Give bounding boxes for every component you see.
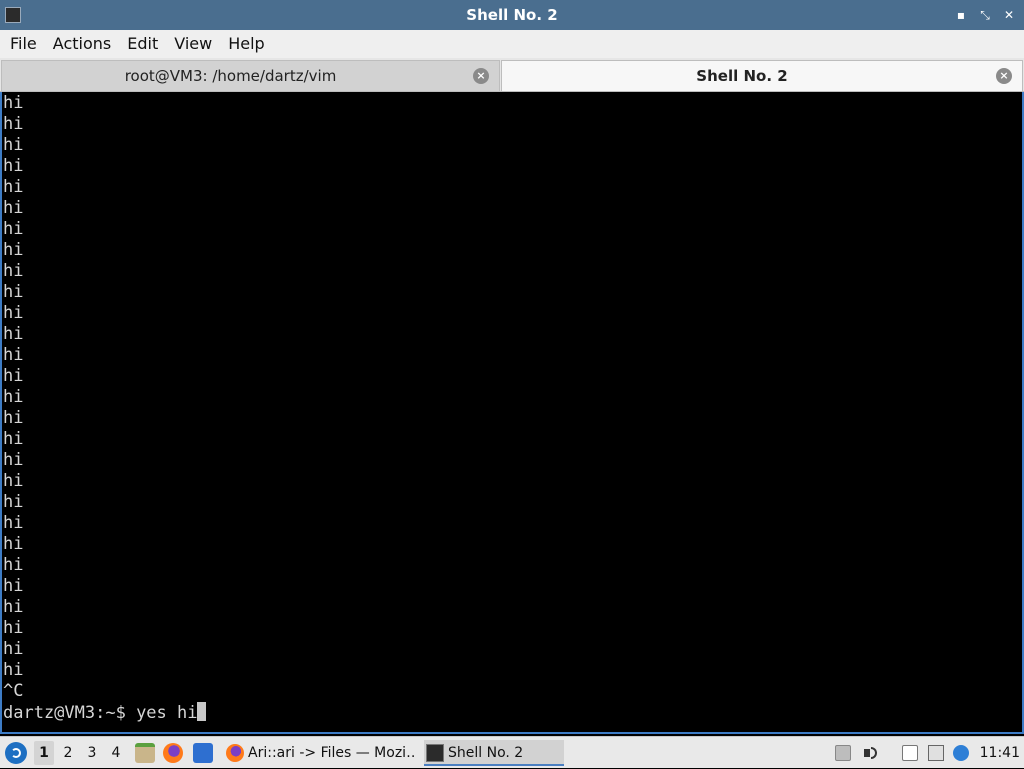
menu-view[interactable]: View <box>166 30 220 58</box>
file-manager-icon[interactable] <box>135 743 155 763</box>
tab-close-icon[interactable]: × <box>473 68 489 84</box>
clock[interactable]: 11:41 <box>980 737 1020 769</box>
terminal-line: hi <box>3 303 24 323</box>
terminal-view[interactable]: hi hi hi hi hi hi hi hi hi hi hi hi hi hi hi hi hi hi hi hi… <box>0 92 1024 734</box>
terminal-line: hi <box>3 555 24 575</box>
terminal-line: hi <box>3 576 24 596</box>
text-cursor <box>197 702 207 721</box>
show-desktop-icon[interactable] <box>193 743 213 763</box>
task-label: Shell No. 2 <box>448 745 524 761</box>
terminal-line: hi <box>3 408 24 428</box>
tab-label: root@VM3: /home/dartz/vim <box>124 67 337 85</box>
shell-prompt: dartz@VM3:~$ <box>3 703 137 723</box>
minimize-icon[interactable]: ▪ <box>952 6 970 24</box>
terminal-line: hi <box>3 198 24 218</box>
menu-file[interactable]: File <box>2 30 45 58</box>
terminal-line: hi <box>3 387 24 407</box>
terminal-line: hi <box>3 618 24 638</box>
command-input[interactable]: yes hi <box>136 703 197 723</box>
menu-edit[interactable]: Edit <box>119 30 166 58</box>
tab-label: Shell No. 2 <box>696 67 788 85</box>
workspace-2[interactable]: 2 <box>58 741 78 765</box>
terminal-line: hi <box>3 177 24 197</box>
terminal-line: hi <box>3 492 24 512</box>
tab-close-icon[interactable]: × <box>996 68 1012 84</box>
tab-bar: root@VM3: /home/dartz/vim × Shell No. 2 … <box>0 58 1024 92</box>
terminal-line: hi <box>3 324 24 344</box>
terminal-line: hi <box>3 240 24 260</box>
taskbar: 1 2 3 4 Ari::ari -> Files — Mozi… Shell … <box>0 736 1024 768</box>
terminal-line: hi <box>3 429 24 449</box>
firefox-icon[interactable] <box>163 743 183 763</box>
terminal-line: hi <box>3 534 24 554</box>
terminal-line: hi <box>3 639 24 659</box>
terminal-line: hi <box>3 345 24 365</box>
terminal-line: hi <box>3 135 24 155</box>
network-icon[interactable] <box>928 745 944 761</box>
terminal-line: hi <box>3 282 24 302</box>
terminal-line: hi <box>3 450 24 470</box>
volume-icon[interactable] <box>863 745 879 761</box>
close-icon[interactable]: ✕ <box>1000 6 1018 24</box>
menu-bar: File Actions Edit View Help <box>0 30 1024 58</box>
terminal-line: hi <box>3 93 24 113</box>
window-controls: ▪ ⤡ ✕ <box>952 0 1018 30</box>
window-title: Shell No. 2 <box>466 6 558 24</box>
update-notifier-icon[interactable] <box>953 745 969 761</box>
tray-arrow-up-icon[interactable] <box>835 745 851 761</box>
tab-root-vim[interactable]: root@VM3: /home/dartz/vim × <box>1 60 500 91</box>
menu-actions[interactable]: Actions <box>45 30 119 58</box>
terminal-icon <box>426 744 444 762</box>
title-bar: Shell No. 2 ▪ ⤡ ✕ <box>0 0 1024 30</box>
terminal-line: hi <box>3 261 24 281</box>
tab-shell-no-2[interactable]: Shell No. 2 × <box>501 60 1023 91</box>
terminal-line: hi <box>3 156 24 176</box>
terminal-line: ^C <box>3 681 24 701</box>
terminal-output: hi hi hi hi hi hi hi hi hi hi hi hi hi hi hi hi hi hi hi hi… <box>3 93 207 723</box>
start-menu-icon[interactable] <box>5 742 27 764</box>
terminal-line: hi <box>3 366 24 386</box>
workspace-3[interactable]: 3 <box>82 741 102 765</box>
terminal-line: hi <box>3 597 24 617</box>
terminal-line: hi <box>3 219 24 239</box>
restore-icon[interactable]: ⤡ <box>976 6 994 24</box>
terminal-line: hi <box>3 660 24 680</box>
menu-help[interactable]: Help <box>220 30 272 58</box>
task-label: Ari::ari -> Files — Mozi… <box>248 745 416 761</box>
terminal-line: hi <box>3 513 24 533</box>
terminal-prompt-line[interactable]: dartz@VM3:~$ yes hi <box>3 702 207 723</box>
workspace-4[interactable]: 4 <box>106 741 126 765</box>
terminal-line: hi <box>3 471 24 491</box>
task-shell-no-2[interactable]: Shell No. 2 <box>424 740 564 766</box>
terminal-line: hi <box>3 114 24 134</box>
clipboard-icon[interactable] <box>902 745 918 761</box>
firefox-icon <box>226 744 244 762</box>
task-firefox[interactable]: Ari::ari -> Files — Mozi… <box>224 740 416 766</box>
workspace-1[interactable]: 1 <box>34 741 54 765</box>
